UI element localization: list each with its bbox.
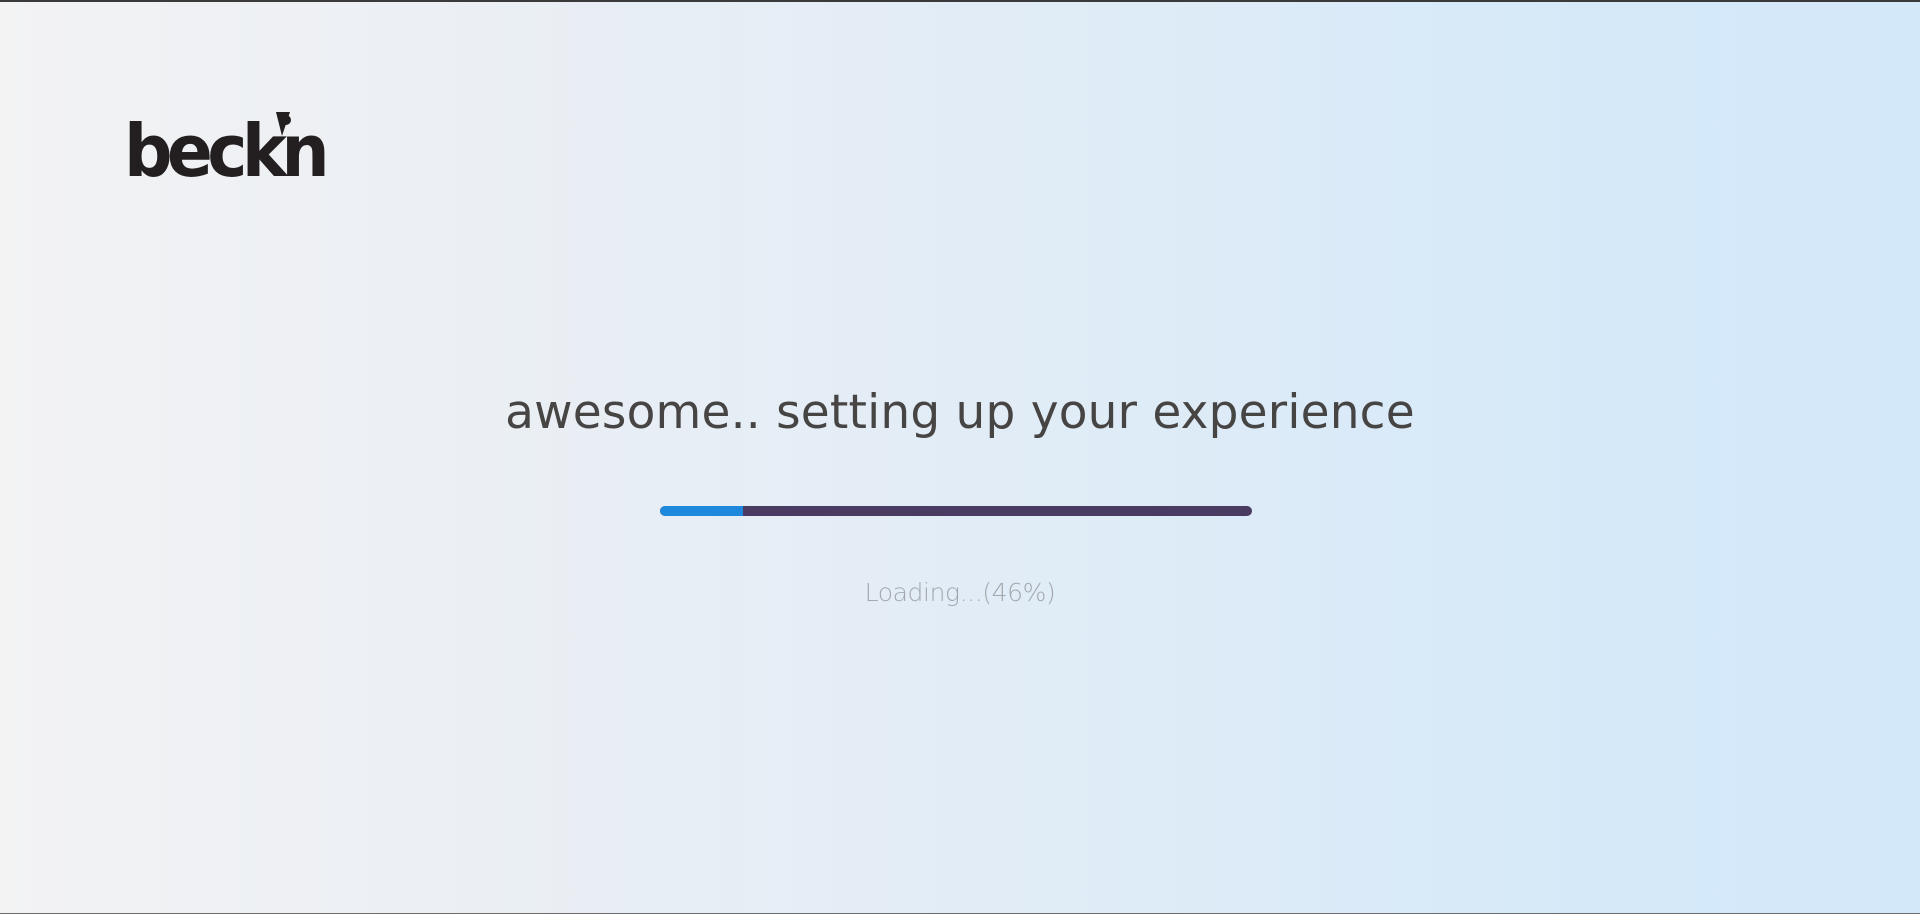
logo-wordmark: beckn bbox=[124, 110, 325, 180]
beckn-logo-graphic: beckn bbox=[124, 110, 328, 180]
loading-status-text: Loading...(46%) bbox=[864, 578, 1056, 607]
logo-dot bbox=[281, 115, 291, 125]
progress-bar bbox=[660, 506, 1252, 516]
beckn-logo: beckn bbox=[124, 110, 328, 180]
progress-bar-fill bbox=[660, 506, 743, 516]
setup-headline: awesome.. setting up your experience bbox=[505, 385, 1415, 440]
window-top-border bbox=[0, 0, 1920, 2]
